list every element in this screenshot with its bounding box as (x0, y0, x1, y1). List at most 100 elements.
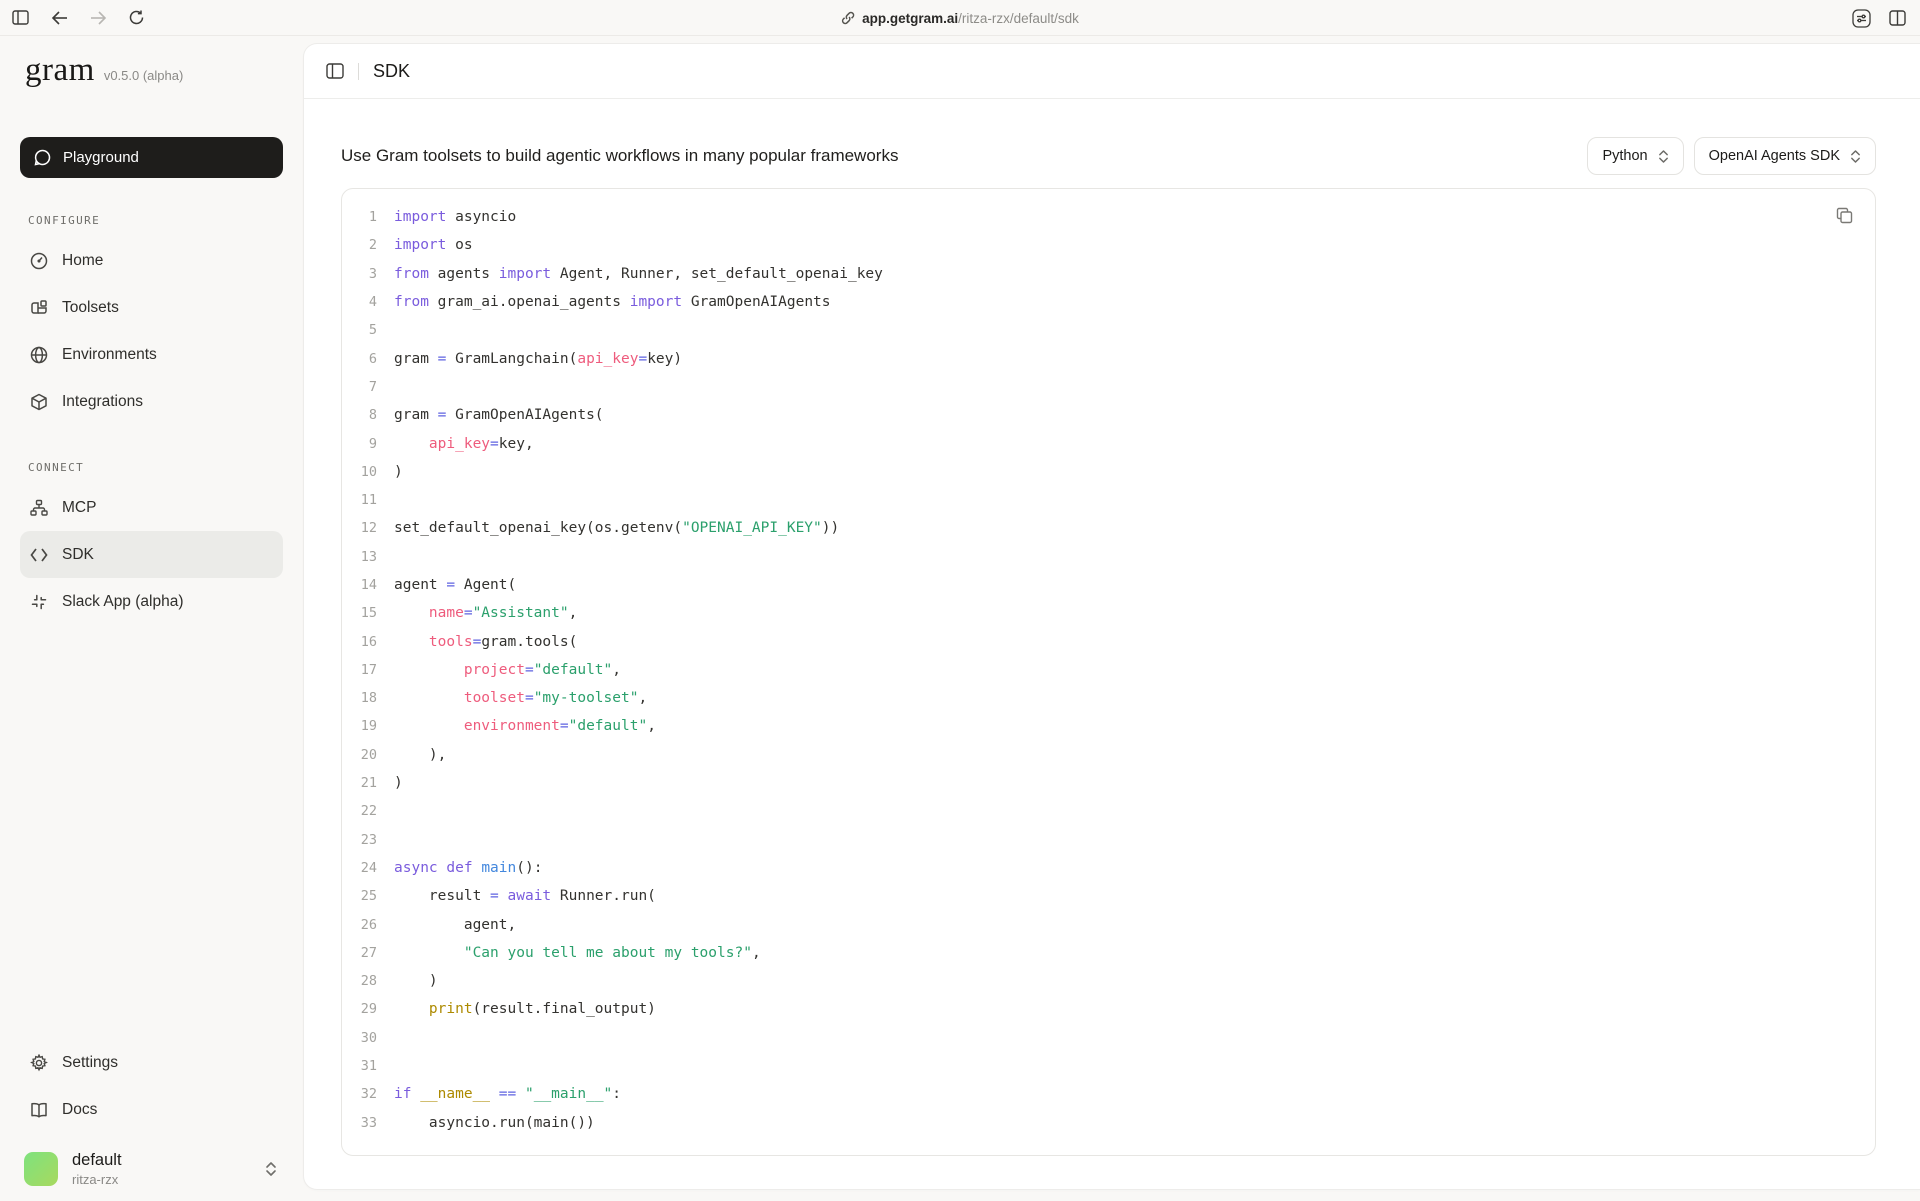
code-line: 21) (342, 769, 1875, 797)
browser-sidebar-toggle-icon[interactable] (12, 10, 29, 25)
sidebar-item-label: Slack App (alpha) (62, 593, 184, 611)
panel-sidebar-toggle-icon[interactable] (326, 63, 344, 79)
chevron-updown-icon (1658, 149, 1669, 164)
sidebar-item-label: Settings (62, 1054, 118, 1072)
code-line: 9 api_key=key, (342, 429, 1875, 457)
language-select[interactable]: Python (1587, 137, 1683, 175)
app-version: v0.5.0 (alpha) (104, 68, 184, 83)
code-line: 30 (342, 1024, 1875, 1052)
code-line: 1import asyncio (342, 203, 1875, 231)
reload-icon[interactable] (129, 10, 144, 25)
language-select-value: Python (1602, 148, 1647, 164)
app-logo: gram (25, 52, 95, 89)
book-icon (30, 1102, 48, 1118)
page-settings-icon[interactable] (1852, 9, 1871, 28)
sidebar-item-label: Home (62, 252, 103, 270)
sidebar-item-toolsets[interactable]: Toolsets (20, 284, 283, 331)
code-line: 29 print(result.final_output) (342, 995, 1875, 1023)
code-line: 33 asyncio.run(main()) (342, 1109, 1875, 1137)
code-line: 5 (342, 316, 1875, 344)
code-block: 1import asyncio2import os3from agents im… (341, 188, 1876, 1156)
main-panel: SDK Use Gram toolsets to build agentic w… (303, 43, 1920, 1190)
sidebar-item-home[interactable]: Home (20, 237, 283, 284)
section-label-connect: CONNECT (28, 461, 283, 474)
sidebar-item-sdk[interactable]: SDK (20, 531, 283, 578)
code-line: 23 (342, 826, 1875, 854)
grid-squares-icon (30, 299, 48, 317)
back-icon[interactable] (51, 11, 68, 25)
url-host: app.getgram.ai (862, 11, 958, 26)
code-line: 3from agents import Agent, Runner, set_d… (342, 260, 1875, 288)
package-icon (30, 393, 48, 411)
sidebar-item-label: Docs (62, 1101, 97, 1119)
gauge-icon (30, 252, 48, 270)
project-org: ritza-rzx (72, 1172, 122, 1187)
code-line: 19 environment="default", (342, 712, 1875, 740)
code-line: 25 result = await Runner.run( (342, 882, 1875, 910)
code-line: 11 (342, 486, 1875, 514)
chevron-updown-icon (265, 1161, 277, 1177)
copy-icon[interactable] (1836, 207, 1853, 224)
code-line: 32if __name__ == "__main__": (342, 1080, 1875, 1108)
sidebar-item-settings[interactable]: Settings (20, 1039, 283, 1086)
url-path: /ritza-rzx/default/sdk (958, 11, 1079, 26)
code-line: 28 ) (342, 967, 1875, 995)
sidebar: gram v0.5.0 (alpha) Playground CONFIGURE… (0, 36, 303, 1201)
forward-icon[interactable] (90, 11, 107, 25)
code-line: 15 name="Assistant", (342, 599, 1875, 627)
project-name: default (72, 1151, 122, 1170)
sidebar-item-label: Integrations (62, 393, 143, 411)
chat-bubble-icon (34, 149, 51, 166)
slack-icon (30, 593, 48, 611)
code-line: 8gram = GramOpenAIAgents( (342, 401, 1875, 429)
sidebar-item-label: Environments (62, 346, 157, 364)
code-brackets-icon (30, 548, 48, 562)
link-icon (841, 11, 855, 25)
sidebar-item-integrations[interactable]: Integrations (20, 378, 283, 425)
browser-chrome: app.getgram.ai/ritza-rzx/default/sdk (0, 0, 1920, 36)
code-line: 10) (342, 458, 1875, 486)
framework-select-value: OpenAI Agents SDK (1709, 148, 1840, 164)
code-line: 17 project="default", (342, 656, 1875, 684)
sidebar-item-label: Toolsets (62, 299, 119, 317)
section-label-configure: CONFIGURE (28, 214, 283, 227)
framework-select[interactable]: OpenAI Agents SDK (1694, 137, 1876, 175)
sidebar-item-slack-app[interactable]: Slack App (alpha) (20, 578, 283, 625)
code-line: 4from gram_ai.openai_agents import GramO… (342, 288, 1875, 316)
code-line: 12set_default_openai_key(os.getenv("OPEN… (342, 514, 1875, 542)
code-line: 7 (342, 373, 1875, 401)
connect-nav: MCP SDK Slack App (alpha) (20, 484, 283, 625)
code-line: 6gram = GramLangchain(api_key=key) (342, 344, 1875, 372)
header-divider (358, 63, 359, 80)
globe-icon (30, 346, 48, 364)
code-line: 2import os (342, 231, 1875, 259)
sidebar-item-label: SDK (62, 546, 94, 564)
code-lines: 1import asyncio2import os3from agents im… (342, 203, 1875, 1137)
code-line: 18 toolset="my-toolset", (342, 684, 1875, 712)
code-line: 20 ), (342, 741, 1875, 769)
code-line: 22 (342, 797, 1875, 825)
project-switcher[interactable]: default ritza-rzx (20, 1151, 283, 1187)
code-line: 31 (342, 1052, 1875, 1080)
page-title: SDK (373, 61, 410, 82)
sidebar-item-label: MCP (62, 499, 96, 517)
configure-nav: Home Toolsets Environments Integrations (20, 237, 283, 425)
playground-label: Playground (63, 149, 139, 166)
playground-button[interactable]: Playground (20, 137, 283, 178)
code-line: 16 tools=gram.tools( (342, 627, 1875, 655)
gear-icon (30, 1054, 48, 1072)
project-avatar (24, 1152, 58, 1186)
code-line: 26 agent, (342, 910, 1875, 938)
hierarchy-icon (30, 499, 48, 517)
code-line: 27 "Can you tell me about my tools?", (342, 939, 1875, 967)
code-line: 13 (342, 543, 1875, 571)
code-line: 24async def main(): (342, 854, 1875, 882)
sidebar-item-docs[interactable]: Docs (20, 1086, 283, 1133)
code-line: 14agent = Agent( (342, 571, 1875, 599)
split-view-icon[interactable] (1889, 10, 1906, 26)
sidebar-item-environments[interactable]: Environments (20, 331, 283, 378)
url-bar[interactable]: app.getgram.ai/ritza-rzx/default/sdk (841, 0, 1079, 36)
chevron-updown-icon (1850, 149, 1861, 164)
panel-header: SDK (304, 44, 1920, 99)
sidebar-item-mcp[interactable]: MCP (20, 484, 283, 531)
